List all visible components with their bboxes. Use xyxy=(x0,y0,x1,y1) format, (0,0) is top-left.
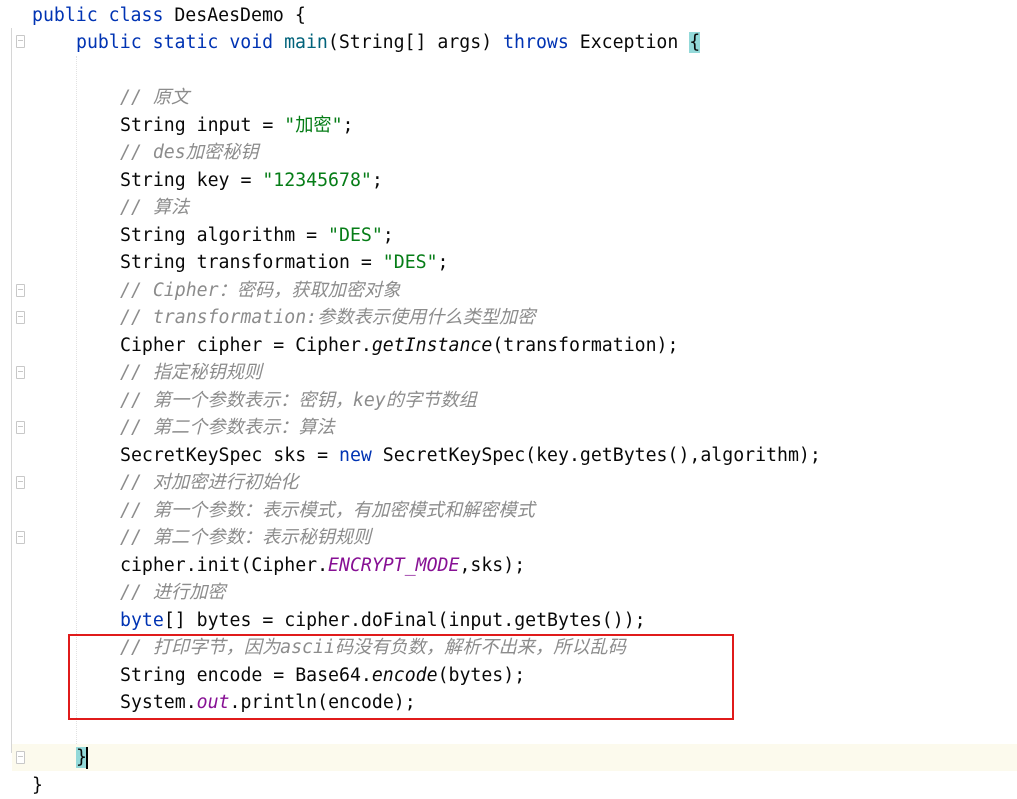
code-line-7[interactable]: String key = "12345678"; xyxy=(120,167,383,194)
code-line-28[interactable]: } xyxy=(76,744,88,771)
matched-brace: { xyxy=(689,32,701,53)
code-line-18[interactable]: // 对加密进行初始化 xyxy=(120,469,298,496)
code-line-4[interactable]: // 原文 xyxy=(120,84,189,111)
fold-marker-icon[interactable] xyxy=(16,751,25,764)
code-line-20[interactable]: // 第二个参数：表示秘钥规则 xyxy=(120,524,371,551)
fold-marker-icon[interactable] xyxy=(16,531,25,544)
code-line-5[interactable]: String input = "加密"; xyxy=(120,112,353,139)
code-line-23[interactable]: byte[] bytes = cipher.doFinal(input.getB… xyxy=(120,607,646,634)
code-line-1[interactable]: public class DesAesDemo { xyxy=(32,2,306,29)
code-line-8[interactable]: // 算法 xyxy=(120,194,189,221)
code-line-12[interactable]: // transformation:参数表示使用什么类型加密 xyxy=(120,304,535,331)
fold-marker-icon[interactable] xyxy=(16,311,25,324)
code-line-10[interactable]: String transformation = "DES"; xyxy=(120,249,449,276)
code-line-14[interactable]: // 指定秘钥规则 xyxy=(120,359,262,386)
code-line-6[interactable]: // des加密秘钥 xyxy=(120,139,258,166)
fold-marker-icon[interactable] xyxy=(16,284,25,297)
annotation-highlight-box xyxy=(68,634,734,720)
code-line-9[interactable]: String algorithm = "DES"; xyxy=(120,222,394,249)
code-line-2[interactable]: public static void main(String[] args) t… xyxy=(76,29,701,56)
code-line-16[interactable]: // 第二个参数表示：算法 xyxy=(120,414,335,441)
current-line-highlight xyxy=(12,744,1017,771)
code-line-17[interactable]: SecretKeySpec sks = new SecretKeySpec(ke… xyxy=(120,442,821,469)
text-caret xyxy=(85,747,88,769)
fold-marker-icon[interactable] xyxy=(16,35,25,48)
code-line-13[interactable]: Cipher cipher = Cipher.getInstance(trans… xyxy=(120,332,678,359)
code-line-21[interactable]: cipher.init(Cipher.ENCRYPT_MODE,sks); xyxy=(120,552,525,579)
code-line-11[interactable]: // Cipher：密码，获取加密对象 xyxy=(120,277,400,304)
code-line-29[interactable]: } xyxy=(32,772,43,799)
code-line-19[interactable]: // 第一个参数：表示模式，有加密模式和解密模式 xyxy=(120,497,535,524)
code-line-22[interactable]: // 进行加密 xyxy=(120,579,226,606)
fold-marker-icon[interactable] xyxy=(16,366,25,379)
code-line-15[interactable]: // 第一个参数表示：密钥，key的字节数组 xyxy=(120,387,477,414)
editor-gutter xyxy=(11,28,12,753)
fold-marker-icon[interactable] xyxy=(16,476,25,489)
fold-marker-icon[interactable] xyxy=(16,421,25,434)
